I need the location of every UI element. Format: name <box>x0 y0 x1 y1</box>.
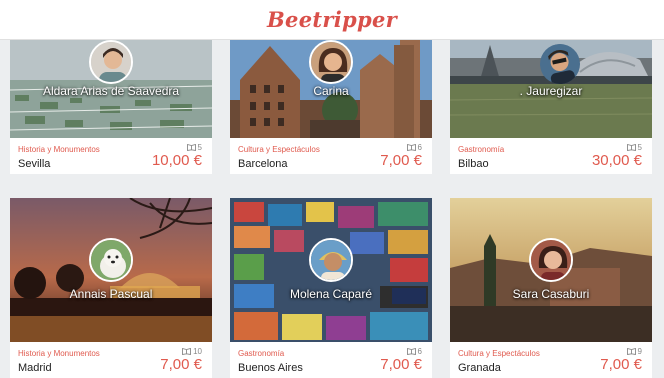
book-icon <box>626 144 636 151</box>
tour-info: Gastronomía Buenos Aires 6 7,00 € <box>230 342 432 378</box>
book-icon <box>182 348 192 355</box>
tour-card-bilbao[interactable]: . Jauregizar Gastronomía Bilbao 5 30,00 … <box>450 40 652 174</box>
guide-name: Aldara Arias de Saavedra <box>42 84 180 98</box>
review-count-value: 5 <box>197 143 202 152</box>
review-count-value: 10 <box>193 347 202 356</box>
tour-photo[interactable]: Aldara Arias de Saavedra <box>10 40 212 138</box>
guide-avatar <box>89 238 133 282</box>
tour-price: 7,00 € <box>380 356 422 373</box>
guide-avatar <box>309 238 353 282</box>
review-count-value: 6 <box>417 143 422 152</box>
guide-name: Carina <box>313 84 349 98</box>
guide-name: Molena Caparé <box>289 287 373 301</box>
tour-price: 7,00 € <box>600 356 642 373</box>
tour-card-sevilla[interactable]: Aldara Arias de Saavedra Historia y Monu… <box>10 40 212 174</box>
tour-photo[interactable]: Sara Casaburi <box>450 198 652 342</box>
tour-city: Barcelona <box>238 158 288 170</box>
tour-category: Cultura y Espectáculos <box>458 349 540 358</box>
tour-photo[interactable]: . Jauregizar <box>450 40 652 138</box>
guide-name: . Jauregizar <box>519 84 583 98</box>
tour-card-granada[interactable]: Sara Casaburi Cultura y Espectáculos Gra… <box>450 198 652 378</box>
tour-photo[interactable]: Annais Pascual <box>10 198 212 342</box>
tour-city: Granada <box>458 362 501 374</box>
guide-avatar <box>89 40 133 84</box>
beetripper-logo[interactable]: Beetripper <box>267 7 397 32</box>
tour-category: Historia y Monumentos <box>18 145 100 154</box>
book-icon <box>406 348 416 355</box>
tour-photo[interactable]: Molena Caparé <box>230 198 432 342</box>
tour-category: Gastronomía <box>238 349 285 358</box>
tour-category: Historia y Monumentos <box>18 349 100 358</box>
guide-avatar <box>529 238 573 282</box>
book-icon <box>186 144 196 151</box>
tour-city: Buenos Aires <box>238 362 303 374</box>
tour-price: 7,00 € <box>160 356 202 373</box>
tour-card-buenos-aires[interactable]: Molena Caparé Gastronomía Buenos Aires 6… <box>230 198 432 378</box>
tour-info: Historia y Monumentos Sevilla 5 10,00 € <box>10 138 212 174</box>
tour-price: 7,00 € <box>380 152 422 169</box>
tour-photo[interactable]: Carina <box>230 40 432 138</box>
review-count: 5 <box>626 143 642 152</box>
review-count: 10 <box>182 347 202 356</box>
tour-category: Gastronomía <box>458 145 505 154</box>
tour-city: Sevilla <box>18 158 51 170</box>
review-count-value: 6 <box>417 347 422 356</box>
tour-price: 30,00 € <box>591 152 642 169</box>
tour-info: Gastronomía Bilbao 5 30,00 € <box>450 138 652 174</box>
tour-info: Cultura y Espectáculos Barcelona 6 7,00 … <box>230 138 432 174</box>
book-icon <box>626 348 636 355</box>
tour-card-madrid[interactable]: Annais Pascual Historia y Monumentos Mad… <box>10 198 212 378</box>
guide-name: Sara Casaburi <box>512 287 590 301</box>
review-count-value: 9 <box>637 347 642 356</box>
tour-city: Madrid <box>18 362 52 374</box>
review-count: 6 <box>406 347 422 356</box>
review-count: 9 <box>626 347 642 356</box>
review-count-value: 5 <box>637 143 642 152</box>
tour-category: Cultura y Espectáculos <box>238 145 320 154</box>
review-count: 5 <box>186 143 202 152</box>
tour-info: Historia y Monumentos Madrid 10 7,00 € <box>10 342 212 378</box>
tour-price: 10,00 € <box>151 152 202 169</box>
tour-info: Cultura y Espectáculos Granada 9 7,00 € <box>450 342 652 378</box>
review-count: 6 <box>406 143 422 152</box>
guide-avatar <box>309 40 353 84</box>
book-icon <box>406 144 416 151</box>
top-bar: Beetripper <box>0 0 664 40</box>
guide-name: Annais Pascual <box>69 287 153 301</box>
tour-card-barcelona[interactable]: Carina Cultura y Espectáculos Barcelona … <box>230 40 432 174</box>
tour-city: Bilbao <box>458 158 489 170</box>
